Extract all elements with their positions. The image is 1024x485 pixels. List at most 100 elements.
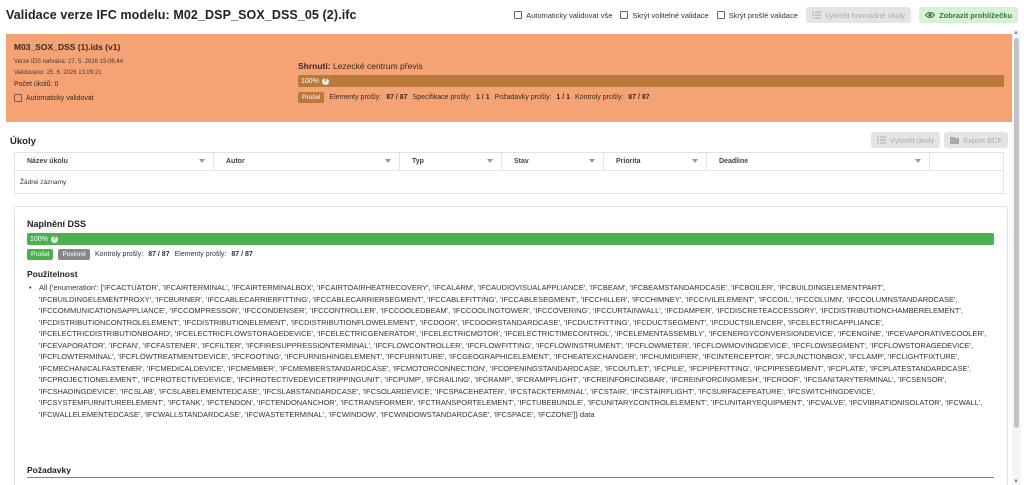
column-label: Stav: [514, 158, 529, 165]
column-label: Autor: [226, 158, 245, 165]
column-header-priority[interactable]: Priorita: [604, 153, 707, 170]
tasks-buttons: Vytvořit úkoly Export BCF: [870, 132, 1008, 148]
export-bcf-label: Export BCF: [963, 135, 1002, 145]
checkbox-box[interactable]: [514, 11, 523, 19]
column-header-task-name[interactable]: Název úkolu: [15, 153, 214, 170]
filter-icon[interactable]: [692, 159, 698, 164]
elements-label: Elementy prošly:: [174, 251, 227, 258]
scrollbar-thumb[interactable]: [1014, 38, 1019, 428]
column-header-status[interactable]: Stav: [502, 153, 604, 170]
elements-value: 87 / 87: [386, 94, 408, 101]
export-bcf-button[interactable]: Export BCF: [944, 132, 1008, 148]
top-bar: Validace verze IFC modelu: M02_DSP_SOX_D…: [0, 0, 1024, 30]
column-header-type[interactable]: Typ: [400, 153, 502, 170]
viewer-button[interactable]: Zobrazit prohlížečku: [919, 7, 1018, 23]
ids-summary: Shrnutí: Lezecké centrum převis 100% ? P…: [298, 61, 1004, 103]
column-label: Název úkolu: [27, 158, 68, 165]
specification-card: Naplnění DSS 100% ? Prošel Povinné Kontr…: [14, 206, 1008, 485]
empty-text: Žádné záznamy: [20, 178, 67, 186]
checkbox-box[interactable]: [716, 11, 725, 19]
scroll-up-icon[interactable]: ▲: [1013, 30, 1019, 36]
column-label: Typ: [412, 158, 424, 165]
spec-progress-bar: 100% ?: [27, 233, 994, 245]
top-controls: Automaticky validovat vše Skrýt voliteln…: [514, 7, 1018, 23]
spec-progress-label: 100%: [30, 235, 48, 243]
ids-stats: Prošel Elementy prošly: 87 / 87 Specifika…: [298, 92, 1004, 103]
reqs-label: Požadavky prošly:: [494, 94, 552, 101]
filter-icon[interactable]: [589, 159, 595, 164]
create-tasks-label: Vytvořit úkoly: [889, 135, 935, 145]
bullet-icon: •: [29, 283, 32, 292]
applicability-item: • All {'enumeration': ['IFCACTUATOR', 'I…: [29, 282, 1001, 420]
column-header-author[interactable]: Autor: [214, 153, 400, 170]
requirements-divider: [27, 477, 994, 478]
requirements-title: Požadavky: [27, 465, 71, 475]
create-tasks-button[interactable]: Vytvořit úkoly: [870, 132, 941, 148]
help-icon[interactable]: ?: [321, 77, 329, 85]
summary-line: Shrnutí: Lezecké centrum převis: [298, 61, 1004, 71]
auto-validate-all-checkbox[interactable]: Automaticky validovat vše: [514, 11, 612, 20]
ids-panel: M03_SOX_DSS (1).ids (v1) Verze IDS nahrá…: [6, 34, 1012, 122]
ids-uploaded: Verze IDS nahrána: 27. 5. 2026 15:06:44: [14, 59, 124, 65]
specs-label: Specifikace prošly:: [412, 94, 471, 101]
auto-validate-checkbox[interactable]: Automaticky validovat: [14, 94, 284, 102]
empty-row: Žádné záznamy: [15, 171, 1003, 193]
tasks-list-icon: [811, 11, 821, 19]
scrollbar[interactable]: ▲ ▼: [1012, 30, 1021, 485]
task-count: Počet úkolů: 0: [14, 81, 59, 88]
checkbox-box[interactable]: [620, 11, 629, 19]
eye-icon: [925, 12, 936, 18]
table-header: Název úkolu Autor Typ Stav Priorita Dead…: [15, 153, 1003, 171]
hide-optional-checkbox[interactable]: Skrýt volitelné validace: [620, 10, 709, 20]
page-title: Validace verze IFC modelu: M02_DSP_SOX_D…: [6, 8, 357, 22]
bulk-tasks-button[interactable]: Vytvořit hromadné úkoly: [805, 7, 912, 23]
ids-progress-bar: 100% ?: [298, 75, 1004, 87]
filter-icon[interactable]: [385, 159, 391, 164]
spec-progress: 100% ?: [27, 233, 994, 245]
applicability-title: Použitelnost: [27, 269, 78, 279]
tasks-section: Úkoly Vytvořit úkoly Export BCF Název úk…: [6, 128, 1012, 200]
filter-icon[interactable]: [915, 159, 921, 164]
ids-name: M03_SOX_DSS (1).ids (v1): [14, 42, 121, 52]
ids-validated: Validováno: 25. 6. 2026 13:09:21: [14, 70, 102, 76]
summary-value: Lezecké centrum převis: [332, 61, 423, 71]
checks-value: 87 / 87: [148, 251, 170, 258]
hide-passed-checkbox[interactable]: Skrýt prošlé validace: [716, 11, 798, 20]
reqs-value: 1 / 1: [556, 94, 571, 101]
spec-stats-row: Prošel Povinné Kontroly prošly: 87 / 87 E…: [27, 249, 253, 260]
elements-label: Elementy prošly:: [329, 94, 382, 101]
spec-stats: Prošel Povinné Kontroly prošly: 87 / 87 E…: [27, 249, 253, 260]
tasks-table: Název úkolu Autor Typ Stav Priorita Dead…: [14, 152, 1004, 194]
ids-progress-label: 100%: [301, 77, 319, 85]
ids-info: M03_SOX_DSS (1).ids (v1) Verze IDS nahrá…: [14, 42, 284, 102]
column-label: Priorita: [616, 158, 641, 165]
specs-value: 1 / 1: [475, 94, 490, 101]
checks-label: Kontroly prošly:: [94, 251, 144, 258]
hide-optional-label: Skrýt volitelné validace: [632, 10, 709, 20]
viewer-button-label: Zobrazit prohlížečku: [939, 10, 1012, 20]
summary-label: Shrnutí:: [298, 61, 331, 71]
mandatory-badge: Povinné: [58, 249, 90, 260]
bulk-tasks-label: Vytvořit hromadné úkoly: [824, 10, 906, 20]
filter-icon[interactable]: [199, 159, 205, 164]
status-badge: Prošel: [27, 249, 54, 260]
specification-title: Naplnění DSS: [27, 219, 87, 229]
auto-validate-label: Automaticky validovat: [26, 94, 94, 102]
column-header-actions: [930, 153, 1003, 170]
status-badge: Prošel: [298, 92, 325, 103]
checks-label: Kontroly prošly:: [575, 94, 624, 101]
content-area[interactable]: M03_SOX_DSS (1).ids (v1) Verze IDS nahrá…: [6, 30, 1012, 485]
help-icon[interactable]: ?: [50, 235, 58, 243]
applicability-text: All {'enumeration': ['IFCACTUATOR', 'IFC…: [39, 283, 987, 419]
column-header-deadline[interactable]: Deadline: [707, 153, 930, 170]
scroll-down-icon[interactable]: ▼: [1013, 479, 1019, 485]
auto-validate-all-label: Automaticky validovat vše: [526, 10, 613, 20]
tasks-list-icon: [876, 136, 886, 144]
filter-icon[interactable]: [487, 159, 493, 164]
checks-value: 87 / 87: [628, 94, 650, 101]
folder-icon: [950, 137, 960, 144]
tasks-title: Úkoly: [10, 136, 36, 147]
elements-value: 87 / 87: [231, 251, 253, 258]
column-label: Deadline: [719, 158, 749, 165]
checkbox-box[interactable]: [14, 94, 22, 102]
